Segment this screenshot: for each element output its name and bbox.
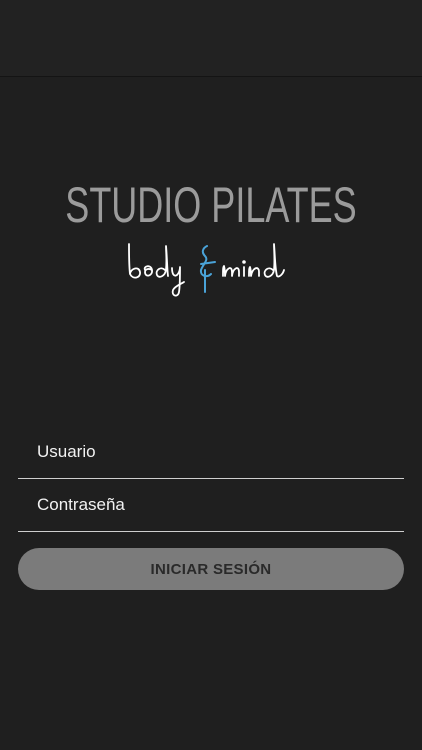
logo-title: STUDIO PILATES [65,177,357,233]
brand-logo: STUDIO PILATES [0,178,422,304]
logo-script-wordmark [121,234,301,304]
login-screen: STUDIO PILATES Usuario INICIAR SESIÓN [0,0,422,750]
username-field [18,426,404,479]
password-input[interactable] [18,479,404,531]
username-input[interactable] [18,426,404,478]
status-bar [0,0,422,77]
login-form: INICIAR SESIÓN [18,426,404,590]
password-field [18,479,404,532]
login-button[interactable]: INICIAR SESIÓN [18,548,404,590]
